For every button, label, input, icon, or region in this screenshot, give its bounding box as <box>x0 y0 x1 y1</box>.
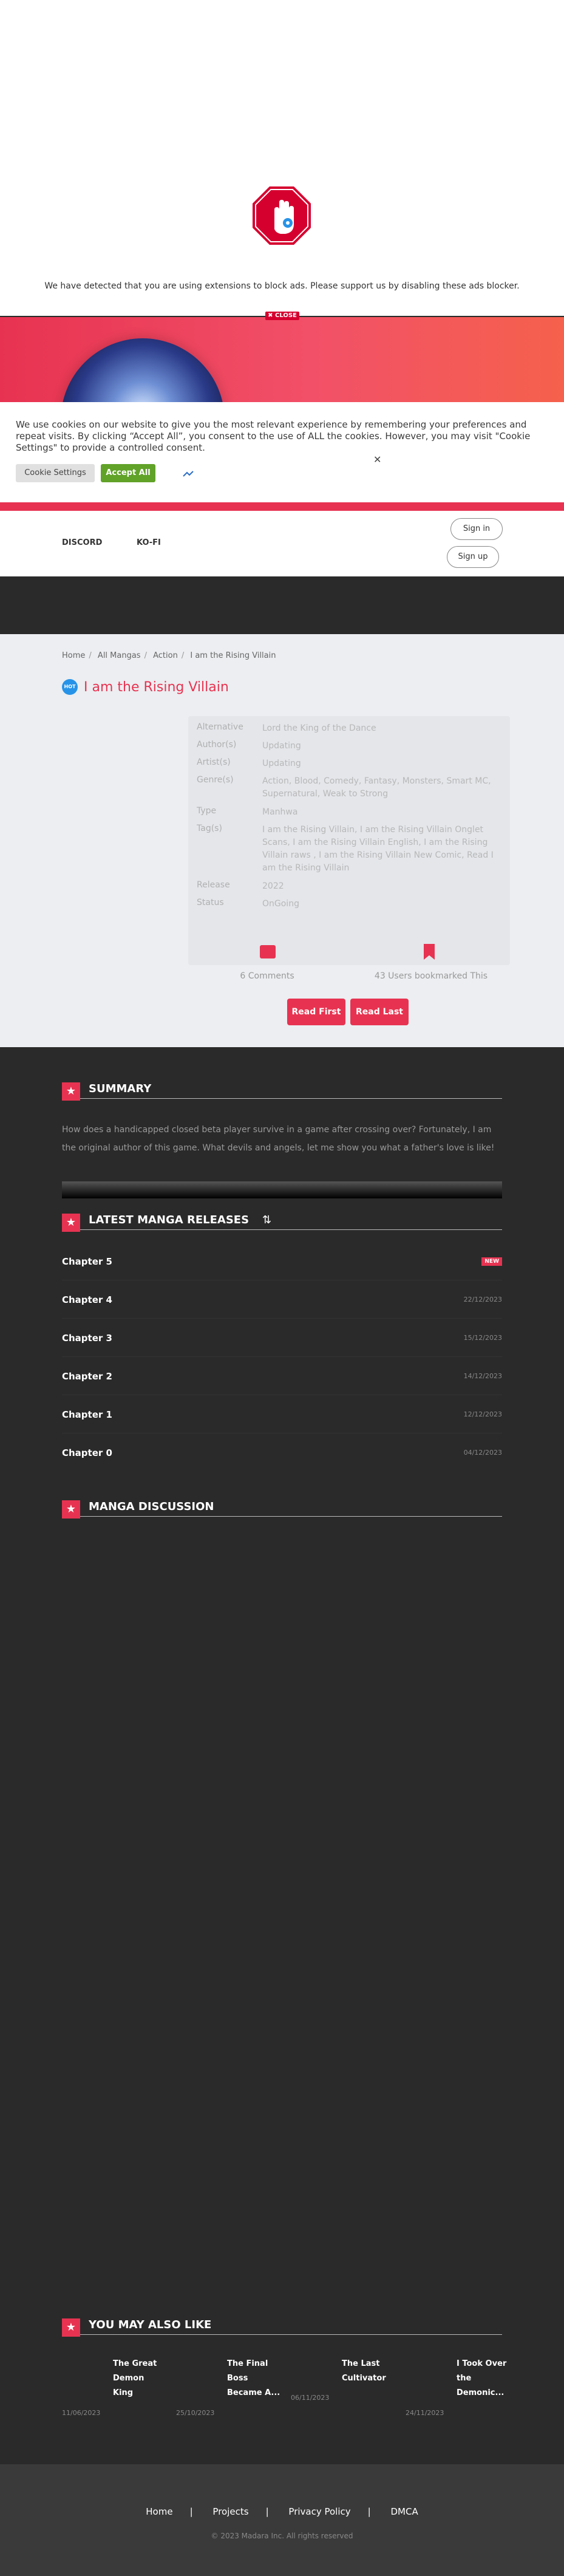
sort-icon[interactable]: ⇅ <box>262 1214 271 1226</box>
footer: Home | Projects | Privacy Policy | DMCA © 2… <box>0 2464 564 2576</box>
summary-text: How does a handicapped closed beta playe… <box>62 1125 495 1153</box>
info-label-status: Status <box>197 898 224 907</box>
star-icon: ★ <box>62 1082 80 1101</box>
footer-link-dmca[interactable]: DMCA <box>390 2506 418 2517</box>
info-label-alternative: Alternative <box>197 722 243 732</box>
also-like-title: YOU MAY ALSO LIKE <box>89 2318 212 2331</box>
title-row: HOT I am the Rising Villain <box>62 679 229 695</box>
chapter-row[interactable]: Chapter 3 15/12/2023 <box>62 1320 502 1357</box>
chapter-row[interactable]: Chapter 4 22/12/2023 <box>62 1282 502 1319</box>
info-label-release: Release <box>197 880 230 890</box>
breadcrumb-home[interactable]: Home <box>62 651 85 660</box>
nav-discord-link[interactable]: DISCORD <box>62 538 102 547</box>
breadcrumb-action[interactable]: Action <box>153 651 178 660</box>
info-value-tags[interactable]: I am the Rising Villain, I am the Rising… <box>262 824 499 875</box>
summary-fade[interactable] <box>62 1181 502 1198</box>
cookie-settings-button[interactable]: Cookie Settings <box>16 464 95 482</box>
chapter-row[interactable]: Chapter 5 NEW <box>62 1244 502 1280</box>
sign-in-button[interactable]: Sign in <box>450 518 503 540</box>
page: We have detected that you are using exte… <box>0 0 564 2576</box>
also-like-item-title[interactable]: The Great Demon King <box>113 2357 157 2400</box>
top-navigation: DISCORD KO-FI Sign in Sign up <box>0 511 564 576</box>
info-value-authors[interactable]: Updating <box>262 740 499 753</box>
breadcrumb-all-mangas[interactable]: All Mangas <box>98 651 141 660</box>
info-value-alternative: Lord the King of the Dance <box>262 723 376 733</box>
info-value-artists[interactable]: Updating <box>262 757 499 770</box>
read-first-button[interactable]: Read First <box>287 999 345 1025</box>
cookie-consent-bar: We use cookies on our website to give yo… <box>0 402 564 502</box>
chapter-name[interactable]: Chapter 5 <box>62 1256 112 1267</box>
cookieyes-logo-icon <box>183 471 194 477</box>
chapter-date: 22/12/2023 <box>463 1296 502 1303</box>
cookie-text: We use cookies on our website to give yo… <box>16 419 531 453</box>
banner-close-button[interactable]: ✖ CLOSE <box>265 312 299 320</box>
bookmark-count: 43 Users bookmarked This <box>374 971 488 981</box>
chapter-name[interactable]: Chapter 3 <box>62 1333 112 1344</box>
info-value-status: OnGoing <box>262 899 299 909</box>
red-divider-strip <box>0 502 564 511</box>
also-like-heading: ★ YOU MAY ALSO LIKE <box>62 2315 502 2337</box>
stop-hand-icon <box>253 186 311 245</box>
breadcrumb: Home / All Mangas / Action / I am the Risin… <box>62 651 276 660</box>
chapter-row[interactable]: Chapter 2 14/12/2023 <box>62 1359 502 1395</box>
header-dark-band <box>0 576 564 634</box>
adblock-overlay <box>0 0 564 316</box>
star-icon: ★ <box>62 1500 80 1519</box>
info-label-authors: Author(s) <box>197 740 237 750</box>
info-label-genres: Genre(s) <box>197 775 234 785</box>
chapter-name[interactable]: Chapter 2 <box>62 1371 112 1382</box>
chapter-row[interactable]: Chapter 1 12/12/2023 <box>62 1397 502 1433</box>
footer-link-privacy[interactable]: Privacy Policy <box>288 2506 350 2517</box>
also-like-item-title[interactable]: The Last Cultivator <box>342 2357 386 2386</box>
footer-link-projects[interactable]: Projects <box>212 2506 248 2517</box>
cookie-close-icon[interactable]: ✕ <box>373 454 381 465</box>
star-icon: ★ <box>62 1213 80 1232</box>
manga-title: I am the Rising Villain <box>84 679 229 695</box>
hot-badge: HOT <box>62 679 78 695</box>
summary-title: SUMMARY <box>89 1082 152 1095</box>
chapter-date: 04/12/2023 <box>463 1449 502 1457</box>
releases-title: LATEST MANGA RELEASES <box>89 1214 250 1226</box>
chapter-name[interactable]: Chapter 4 <box>62 1294 112 1305</box>
breadcrumb-current: I am the Rising Villain <box>190 651 276 660</box>
manga-info-panel: Alternative Lord the King of the Dance A… <box>188 716 510 965</box>
also-like-item-date: 24/11/2023 <box>406 2409 444 2417</box>
info-label-artists: Artist(s) <box>197 757 231 767</box>
new-badge: NEW <box>481 1257 502 1266</box>
nav-kofi-link[interactable]: KO-FI <box>137 538 161 547</box>
releases-heading: ★ LATEST MANGA RELEASES ⇅ <box>62 1211 502 1232</box>
chapter-name[interactable]: Chapter 0 <box>62 1447 112 1458</box>
star-icon: ★ <box>62 2318 80 2337</box>
info-value-release[interactable]: 2022 <box>262 880 499 893</box>
discussion-title: MANGA DISCUSSION <box>89 1500 214 1513</box>
chapter-date: 15/12/2023 <box>463 1334 502 1342</box>
chapter-row[interactable]: Chapter 0 04/12/2023 <box>62 1435 502 1472</box>
read-last-button[interactable]: Read Last <box>350 999 409 1025</box>
comments-count[interactable]: 6 Comments <box>225 971 310 981</box>
chapter-date: 14/12/2023 <box>463 1372 502 1380</box>
also-like-item-date: 11/06/2023 <box>62 2409 101 2417</box>
footer-link-home[interactable]: Home <box>146 2506 172 2517</box>
summary-heading: ★ SUMMARY <box>62 1079 502 1101</box>
adblock-message: We have detected that you are using exte… <box>44 281 520 291</box>
info-label-tags: Tag(s) <box>197 824 222 833</box>
footer-links: Home | Projects | Privacy Policy | DMCA <box>146 2506 418 2517</box>
discussion-heading: ★ MANGA DISCUSSION <box>62 1497 502 1519</box>
manga-info-section: Home / All Mangas / Action / I am the Risin… <box>0 634 564 1047</box>
also-like-item-date: 25/10/2023 <box>176 2409 215 2417</box>
also-like-item-title[interactable]: The Final Boss Became A... <box>227 2357 280 2400</box>
chapter-date: 12/12/2023 <box>463 1410 502 1418</box>
footer-copyright: © 2023 Madara Inc. All rights reserved <box>211 2532 353 2540</box>
chapter-name[interactable]: Chapter 1 <box>62 1409 112 1420</box>
info-value-genres[interactable]: Action, Blood, Comedy, Fantasy, Monsters… <box>262 775 499 801</box>
info-value-type: Manhwa <box>262 807 298 817</box>
also-like-item-title[interactable]: I Took Over the Demonic... <box>457 2357 506 2400</box>
also-like-item-date: 06/11/2023 <box>291 2394 330 2402</box>
info-label-type: Type <box>197 806 217 816</box>
sign-up-button[interactable]: Sign up <box>447 546 499 568</box>
accept-all-button[interactable]: Accept All <box>101 464 155 482</box>
comments-icon[interactable] <box>260 945 276 958</box>
